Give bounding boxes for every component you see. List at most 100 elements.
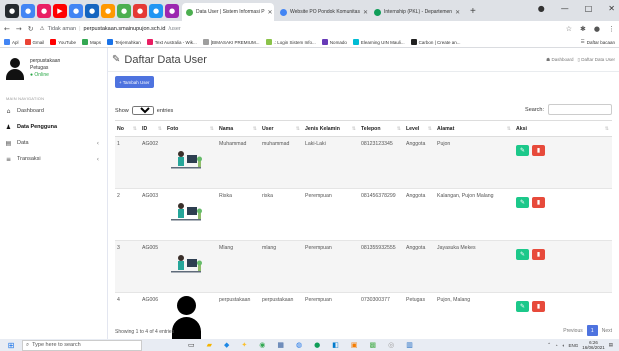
pinned-tab[interactable]: ● [117, 4, 131, 18]
breadcrumb-home[interactable]: ☗ Dashboard [546, 57, 573, 63]
search-input[interactable] [548, 104, 612, 115]
app-icon[interactable]: ▥ [406, 341, 413, 349]
profile-avatar-icon[interactable]: ● [594, 25, 600, 33]
app-icon[interactable]: ▩ [369, 341, 376, 349]
edit-button[interactable]: ✎ [516, 145, 529, 156]
bookmark-maps[interactable]: Maps [81, 39, 101, 45]
cell-jenis-kelamin: Perempuan [305, 245, 332, 251]
bookmark-carbon[interactable]: Carbon | Create an... [410, 39, 461, 45]
app-icon[interactable]: ● [314, 341, 320, 349]
notification-icon[interactable]: ▤ [609, 342, 613, 348]
close-icon[interactable]: ✕ [363, 9, 368, 16]
column-header-telepon[interactable]: Telepon ⇅ [359, 121, 404, 136]
column-header-level[interactable]: Level ⇅ [404, 121, 435, 136]
edit-button[interactable]: ✎ [516, 301, 529, 312]
pinned-tab[interactable]: ● [165, 4, 179, 18]
bookmark-login[interactable]: .: Login Sistem Info... [265, 39, 316, 45]
bookmark-youtube[interactable]: YouTube [50, 39, 76, 45]
app-icon[interactable]: ✦ [241, 341, 247, 349]
bookmark-text-australia[interactable]: Text Australia - Wik... [146, 39, 197, 45]
pinned-tab[interactable]: ● [37, 4, 51, 18]
chrome-icon[interactable]: ◉ [259, 341, 265, 349]
extensions-icon[interactable]: ✱ [580, 25, 586, 33]
cell-no: 1 [117, 141, 120, 147]
sidebar-item-transaksi[interactable]: ≡ Transaksi ‹ [0, 151, 107, 167]
close-icon[interactable]: ✕ [455, 9, 460, 16]
delete-button[interactable]: ▮ [532, 197, 545, 208]
close-icon[interactable]: ✕ [268, 9, 273, 16]
menu-icon[interactable]: ⋮ [608, 25, 615, 33]
maximize-icon[interactable]: □ [585, 4, 593, 13]
windows-start-icon[interactable]: ⊞ [0, 341, 22, 350]
tab-internship[interactable]: Internship (PKL) - Departemen ✕ [370, 3, 464, 21]
bookmark-bimasaki[interactable]: [BIMASAKI PREMIUM... [202, 39, 260, 45]
search-placeholder: Type here to search [32, 342, 81, 348]
sidebar-item-label: Dashboard [17, 108, 44, 114]
column-header-foto[interactable]: Foto ⇅ [165, 121, 217, 136]
network-icon[interactable]: ◔ [555, 343, 558, 348]
profile-icon[interactable]: ● [538, 4, 545, 13]
delete-button[interactable]: ▮ [532, 145, 545, 156]
star-icon[interactable]: ☆ [566, 25, 572, 33]
bookmark-reading-list[interactable]: ☰ Daftar bacaan [581, 39, 615, 45]
app-icon[interactable]: ◎ [388, 341, 394, 349]
pinned-tab[interactable]: ● [133, 4, 147, 18]
previous-button[interactable]: Previous [563, 328, 582, 334]
tab-website-po[interactable]: Website PO Pondok Komunitas ✕ [276, 3, 368, 21]
task-view-icon[interactable]: ▭ [188, 341, 195, 349]
new-tab-button[interactable]: + [470, 6, 476, 17]
tab-active[interactable]: Data User | Sistem Informasi P ✕ [182, 3, 274, 21]
page-1-button[interactable]: 1 [586, 325, 598, 336]
bookmark-translate[interactable]: Terjemahkan [106, 39, 141, 45]
close-window-icon[interactable]: ✕ [608, 4, 615, 13]
column-header-user[interactable]: User ⇅ [260, 121, 303, 136]
bookmark-elearning[interactable]: Elearning UIN Mauli... [352, 39, 405, 45]
url-field[interactable]: ⚠ Tidak aman | perpustakaan.smainupujon.… [40, 23, 560, 35]
pinned-tab[interactable]: ● [69, 4, 83, 18]
sidebar-item-data[interactable]: ▤ Data ‹ [0, 135, 107, 151]
pinned-tab[interactable]: ● [149, 4, 163, 18]
taskbar-search[interactable]: ⌕ Type here to search [22, 339, 142, 351]
github-pinned-tab[interactable]: ● [5, 4, 19, 18]
language-indicator[interactable]: ENG [568, 343, 578, 348]
bookmark-icon [146, 39, 153, 45]
column-header-jenis-kelamin[interactable]: Jenis Kelamin ⇅ [303, 121, 359, 136]
bookmark-nomado[interactable]: Nomado [321, 39, 347, 45]
app-icon[interactable]: ▣ [351, 341, 358, 349]
back-icon[interactable]: ← [4, 25, 10, 33]
column-header-aksi[interactable]: Aksi ⇅ [514, 121, 612, 136]
file-explorer-icon[interactable]: ▰ [207, 341, 212, 349]
search-label: Search: [525, 106, 544, 113]
sidebar-item-dashboard[interactable]: ⌂ Dashboard [0, 103, 107, 119]
chevron-up-icon[interactable]: ⌃ [547, 342, 551, 348]
sidebar-item-data-pengguna[interactable]: ♟ Data Pengguna [0, 119, 107, 135]
word-icon[interactable]: ▦ [277, 341, 284, 349]
bookmark-gmail[interactable]: Gmail [24, 39, 44, 45]
forward-icon[interactable]: → [16, 25, 22, 33]
clock[interactable]: 6:26 16/06/2021 [582, 340, 605, 350]
pinned-tab[interactable]: ● [21, 4, 35, 18]
column-header-alamat[interactable]: Alamat ⇅ [435, 121, 514, 136]
edit-button[interactable]: ✎ [516, 197, 529, 208]
pinned-tab[interactable]: ● [85, 4, 99, 18]
app-icon[interactable]: ◍ [296, 341, 302, 349]
next-button[interactable]: Next [602, 328, 612, 334]
minimize-icon[interactable]: — [561, 4, 569, 13]
app-icon[interactable]: ◆ [224, 341, 229, 349]
add-user-button[interactable]: + Tambah User [115, 76, 154, 88]
entries-select[interactable]: 10 [131, 106, 154, 115]
delete-button[interactable]: ▮ [532, 301, 545, 312]
youtube-pinned-tab[interactable]: ▶ [53, 4, 67, 18]
column-header-no[interactable]: No ⇅ [115, 121, 140, 136]
pinned-tab[interactable]: ● [101, 4, 115, 18]
user-icon: ♟ [5, 123, 12, 131]
column-header-nama[interactable]: Nama ⇅ [217, 121, 260, 136]
column-header-id[interactable]: ID ⇅ [140, 121, 165, 136]
edit-button[interactable]: ✎ [516, 249, 529, 260]
volume-icon[interactable]: ◖ [562, 343, 565, 348]
bookmark-apps[interactable]: Apl [4, 39, 19, 45]
vscode-icon[interactable]: ◧ [332, 341, 339, 349]
reload-icon[interactable]: ↻ [28, 25, 34, 33]
delete-button[interactable]: ▮ [532, 249, 545, 260]
cell-no: 2 [117, 193, 120, 199]
